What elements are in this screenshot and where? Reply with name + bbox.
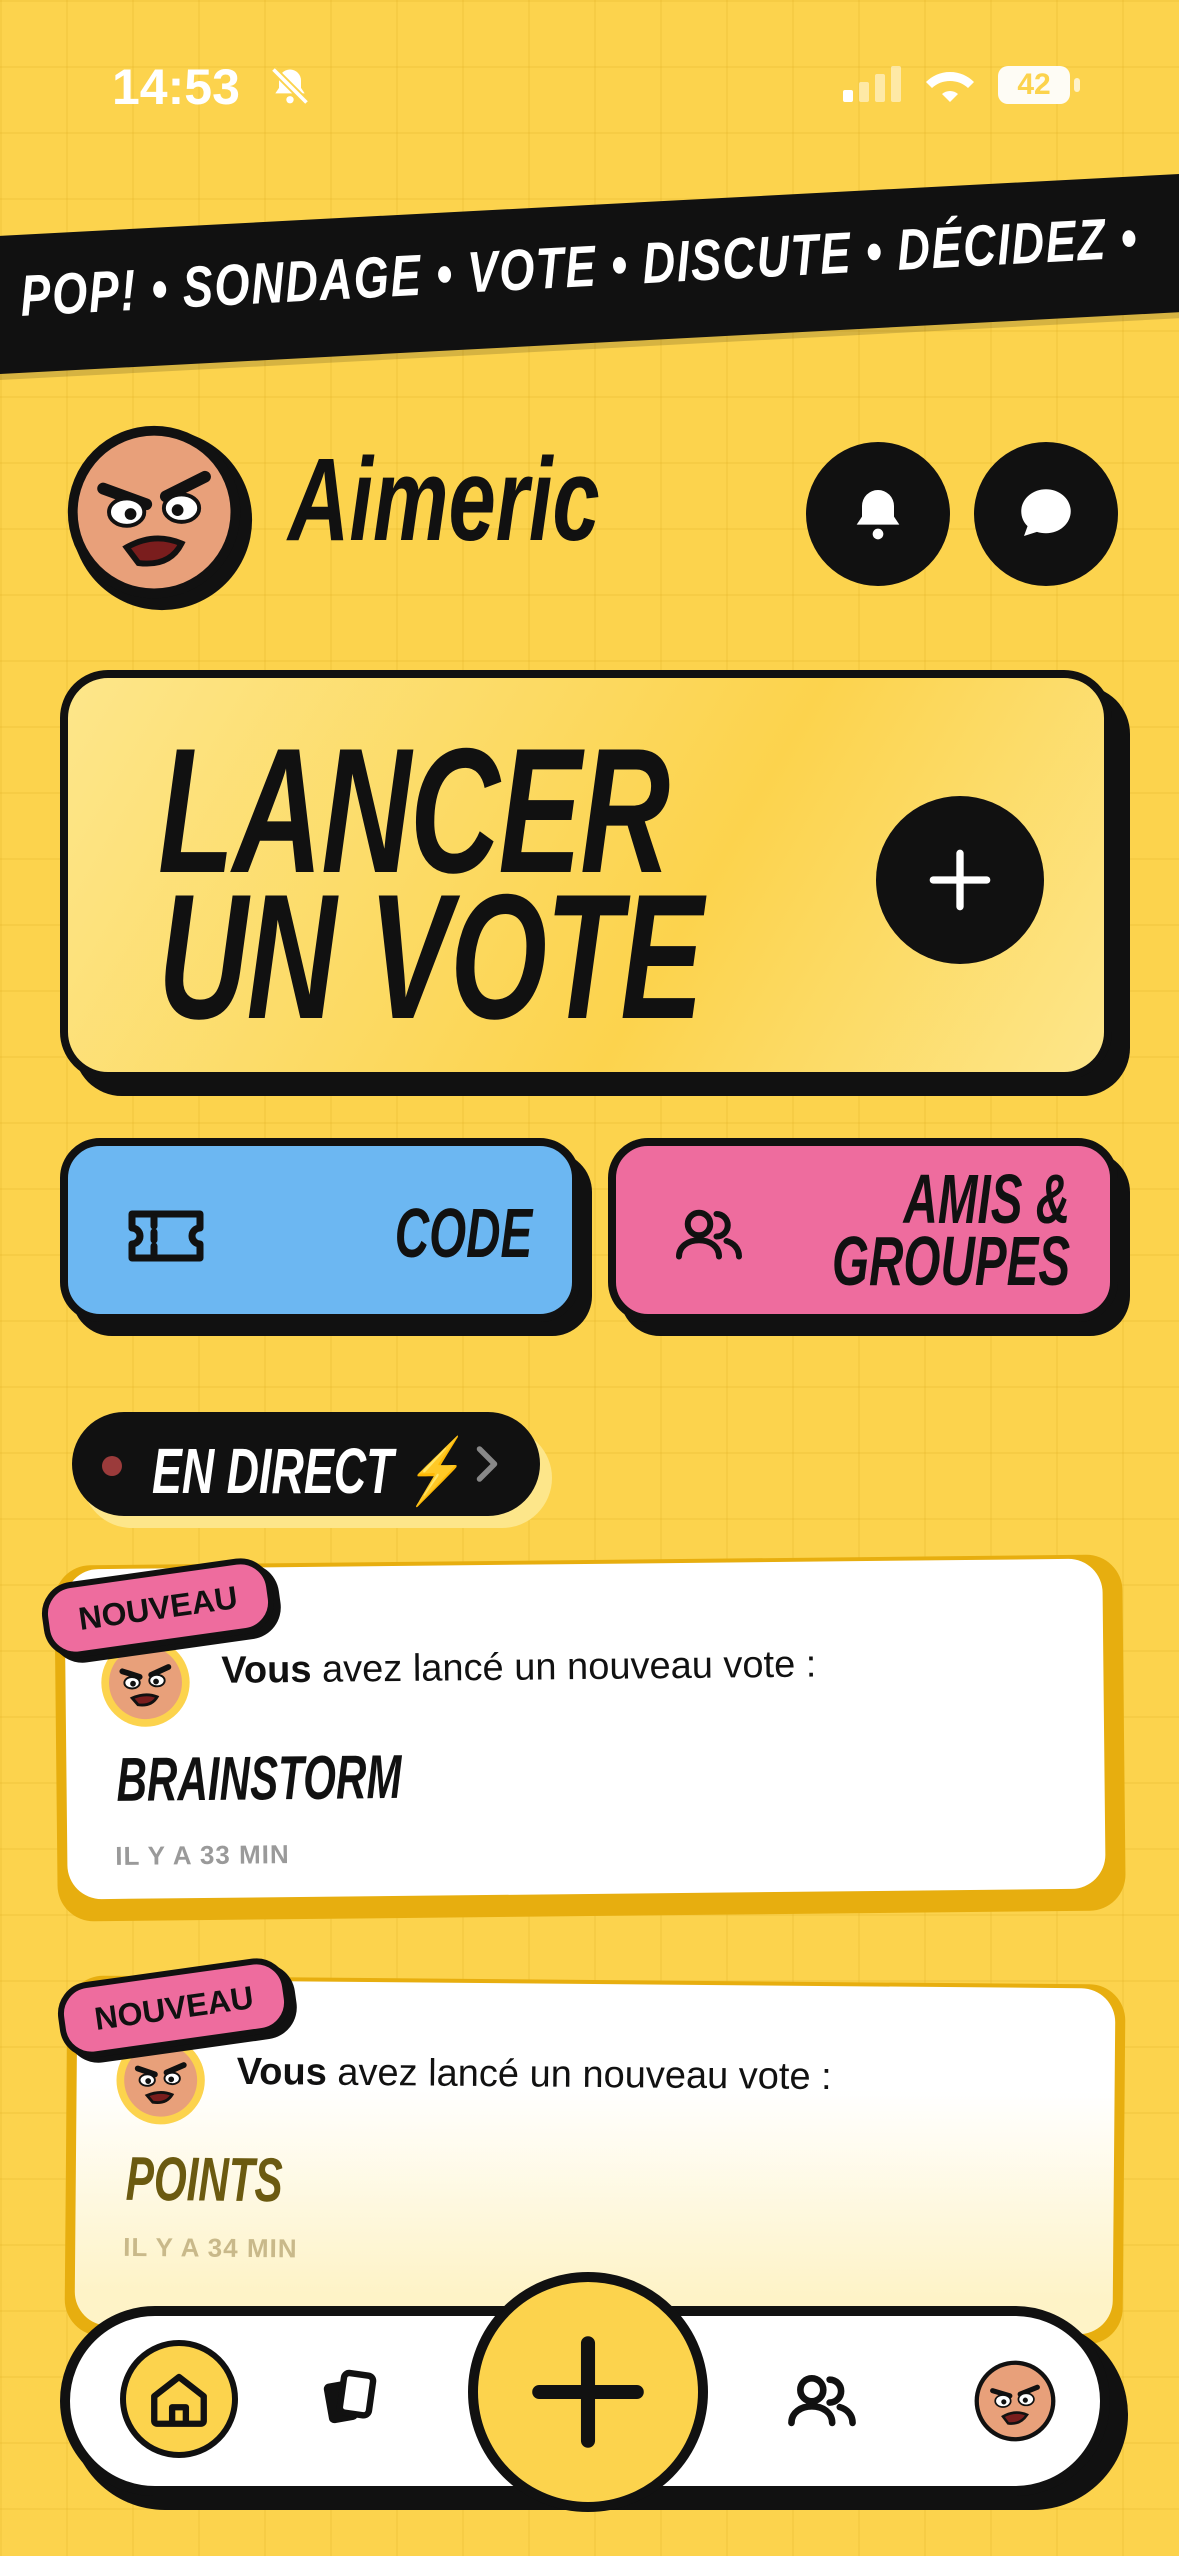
battery-level: 42 (1017, 68, 1051, 101)
ticker-banner: POP! • SONDAGE • VOTE • DISCUTE • DÉCIDE… (0, 172, 1179, 376)
chevron-right-icon (476, 1446, 498, 1482)
launch-title: LANCER UN VOTE (158, 722, 703, 1056)
code-label: CODE (394, 1194, 532, 1272)
signal-icon (843, 66, 901, 102)
profile-name: Aimeric (288, 434, 600, 566)
friends-label-line2: GROUPES (831, 1222, 1070, 1300)
ticker-text: POP! • SONDAGE • VOTE • DISCUTE • DÉCIDE… (18, 205, 1140, 329)
plus-icon (532, 2336, 644, 2448)
launch-vote-card[interactable]: LANCER UN VOTE (60, 670, 1112, 1080)
cards-icon[interactable] (318, 2366, 382, 2430)
feed-timestamp: IL Y A 34 MIN (123, 2231, 298, 2264)
feed-message: Vous avez lancé un nouveau vote : (237, 2051, 832, 2099)
friends-icon (676, 1209, 742, 1260)
feed-message: Vous avez lancé un nouveau vote : (221, 1644, 816, 1693)
feed-vote-title: POINTS (125, 2144, 284, 2216)
feed-actor: Vous (236, 2050, 328, 2094)
code-button[interactable]: CODE (60, 1138, 580, 1322)
live-label: EN DIRECT ⚡ (152, 1435, 462, 1507)
live-button[interactable]: EN DIRECT ⚡ (72, 1412, 540, 1516)
feed-vote-title: BRAINSTORM (116, 1742, 402, 1815)
live-dot (102, 1456, 122, 1476)
friends-groups-button[interactable]: AMIS & GROUPES (608, 1138, 1118, 1322)
chat-icon (1021, 489, 1071, 536)
feed-timestamp: IL Y A 33 MIN (115, 1839, 290, 1871)
feed-actor: Vous (221, 1648, 312, 1692)
notifications-button[interactable] (806, 442, 950, 586)
launch-plus-button[interactable] (876, 796, 1044, 964)
ticket-icon (128, 1210, 204, 1262)
friends-label-line1: AMIS & (903, 1160, 1070, 1238)
battery-indicator: 42 (998, 66, 1070, 104)
launch-title-line2: UN VOTE (158, 857, 703, 1056)
nav-home-button[interactable] (120, 2340, 238, 2458)
friends-icon[interactable] (786, 2372, 858, 2428)
wifi-icon (926, 72, 974, 102)
status-bar: 14:53 42 (0, 0, 1179, 170)
avatar[interactable] (972, 2358, 1058, 2444)
feed-message-text: avez lancé un nouveau vote : (326, 2051, 832, 2099)
nav-create-button[interactable] (468, 2272, 708, 2512)
status-time: 14:53 (112, 59, 240, 115)
feed-message-text: avez lancé un nouveau vote : (311, 1643, 817, 1691)
battery-tip (1074, 78, 1080, 92)
avatar[interactable] (60, 418, 256, 614)
bell-off-icon (270, 66, 310, 106)
bell-icon (856, 490, 900, 540)
plus-icon (929, 849, 991, 911)
home-icon (151, 2373, 207, 2427)
friends-label: AMIS & GROUPES (831, 1160, 1070, 1300)
messages-button[interactable] (974, 442, 1118, 586)
